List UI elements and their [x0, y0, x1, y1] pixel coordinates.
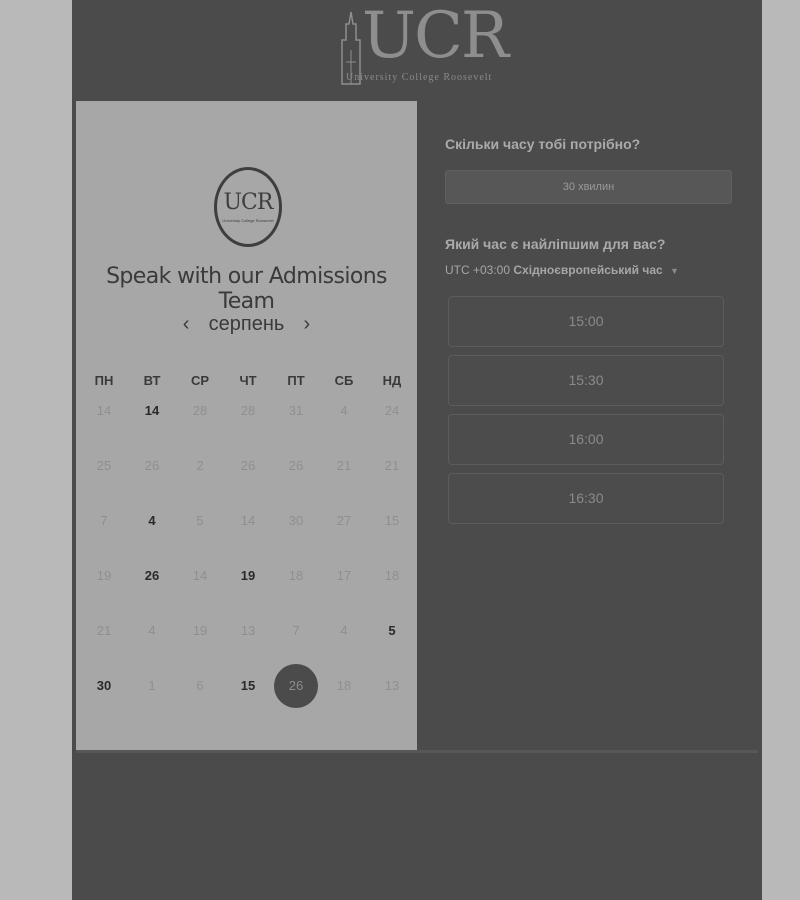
- page-title: Speak with our Admissions Team: [106, 264, 387, 314]
- calendar-panel: UCR University College Roosevelt Speak w…: [76, 101, 417, 750]
- caret-down-icon: ▼: [670, 266, 679, 276]
- calendar-day: 2: [196, 458, 204, 473]
- calendar-day[interactable]: 15: [224, 662, 272, 710]
- calendar-day: 13: [384, 678, 400, 693]
- weekday-header: ЧТ: [239, 373, 257, 388]
- calendar-day: 18: [336, 678, 352, 693]
- calendar-day[interactable]: 4: [128, 497, 176, 545]
- calendar-day: 26: [240, 458, 256, 473]
- calendar-day: 1: [148, 678, 156, 693]
- logo-wordmark: UCR: [362, 0, 509, 73]
- month-label: серпень: [208, 313, 285, 335]
- calendar-day: 26: [288, 458, 304, 473]
- ucr-header-logo: UCR University College Roosevelt: [336, 0, 509, 90]
- time-question: Який час є найліпшим для вас?: [445, 236, 666, 252]
- calendar-day: 25: [96, 458, 112, 473]
- calendar-day: 18: [384, 568, 400, 583]
- calendar-day: 27: [336, 513, 352, 528]
- timezone-offset: UTC +03:00: [445, 263, 511, 277]
- calendar-day: 18: [288, 568, 304, 583]
- calendar-day-selected[interactable]: 26: [274, 664, 318, 708]
- calendar-day[interactable]: 14: [128, 387, 176, 435]
- badge-wordmark: UCR: [223, 190, 274, 215]
- chevron-left-icon[interactable]: ‹: [173, 313, 199, 336]
- calendar-day: 28: [192, 403, 208, 418]
- time-slot-button[interactable]: 16:00: [448, 414, 724, 465]
- calendar-day: 5: [196, 513, 204, 528]
- month-navigation: ‹ серпень ›: [76, 313, 417, 336]
- calendar-day: 4: [148, 623, 156, 638]
- weekday-header: ПТ: [287, 373, 305, 388]
- calendar-day[interactable]: 5: [368, 607, 416, 655]
- calendar-day: 7: [100, 513, 108, 528]
- calendar-day[interactable]: 30: [80, 662, 128, 710]
- calendar-day: 21: [384, 458, 400, 473]
- calendar-day: 26: [144, 458, 160, 473]
- time-slot-button[interactable]: 16:30: [448, 473, 724, 524]
- calendar-day[interactable]: 26: [128, 552, 176, 600]
- calendar-day: 4: [340, 403, 348, 418]
- calendar-day: 4: [340, 623, 348, 638]
- logo-subtitle: University College Roosevelt: [346, 72, 493, 83]
- weekday-header: СР: [190, 373, 210, 388]
- calendar-day: 19: [96, 568, 112, 583]
- timezone-select[interactable]: UTC +03:00 Східноєвропейський час ▼: [445, 263, 679, 277]
- calendar-day: 14: [192, 568, 208, 583]
- booking-page: UCR University College Roosevelt UCR Uni…: [72, 0, 762, 900]
- weekday-header: ВТ: [143, 373, 161, 388]
- calendar-day: 21: [336, 458, 352, 473]
- calendar-day: 6: [196, 678, 204, 693]
- weekday-header: НД: [382, 373, 402, 388]
- calendar-day: 30: [288, 513, 304, 528]
- calendar-day: 31: [288, 403, 304, 418]
- badge-subtitle: University College Roosevelt: [222, 218, 274, 223]
- duration-question: Скільки часу тобі потрібно?: [445, 136, 641, 152]
- calendar-day: 14: [240, 513, 256, 528]
- time-slot-button[interactable]: 15:00: [448, 296, 724, 347]
- chevron-right-icon[interactable]: ›: [294, 313, 320, 336]
- divider: [76, 750, 758, 753]
- calendar-day[interactable]: 19: [224, 552, 272, 600]
- weekday-header: ПН: [94, 373, 114, 388]
- time-slot-button[interactable]: 15:30: [448, 355, 724, 406]
- duration-select[interactable]: 30 хвилин: [445, 170, 732, 204]
- ucr-badge-logo: UCR University College Roosevelt: [214, 167, 282, 247]
- calendar-day: 21: [96, 623, 112, 638]
- calendar-day: 14: [96, 403, 112, 418]
- calendar-day: 24: [384, 403, 400, 418]
- calendar-day: 15: [384, 513, 400, 528]
- calendar-day: 7: [292, 623, 300, 638]
- timezone-name: Східноєвропейський час: [513, 263, 663, 277]
- calendar-day: 13: [240, 623, 256, 638]
- weekday-header: СБ: [334, 373, 354, 388]
- calendar-day: 28: [240, 403, 256, 418]
- calendar-day: 17: [336, 568, 352, 583]
- calendar-day: 19: [192, 623, 208, 638]
